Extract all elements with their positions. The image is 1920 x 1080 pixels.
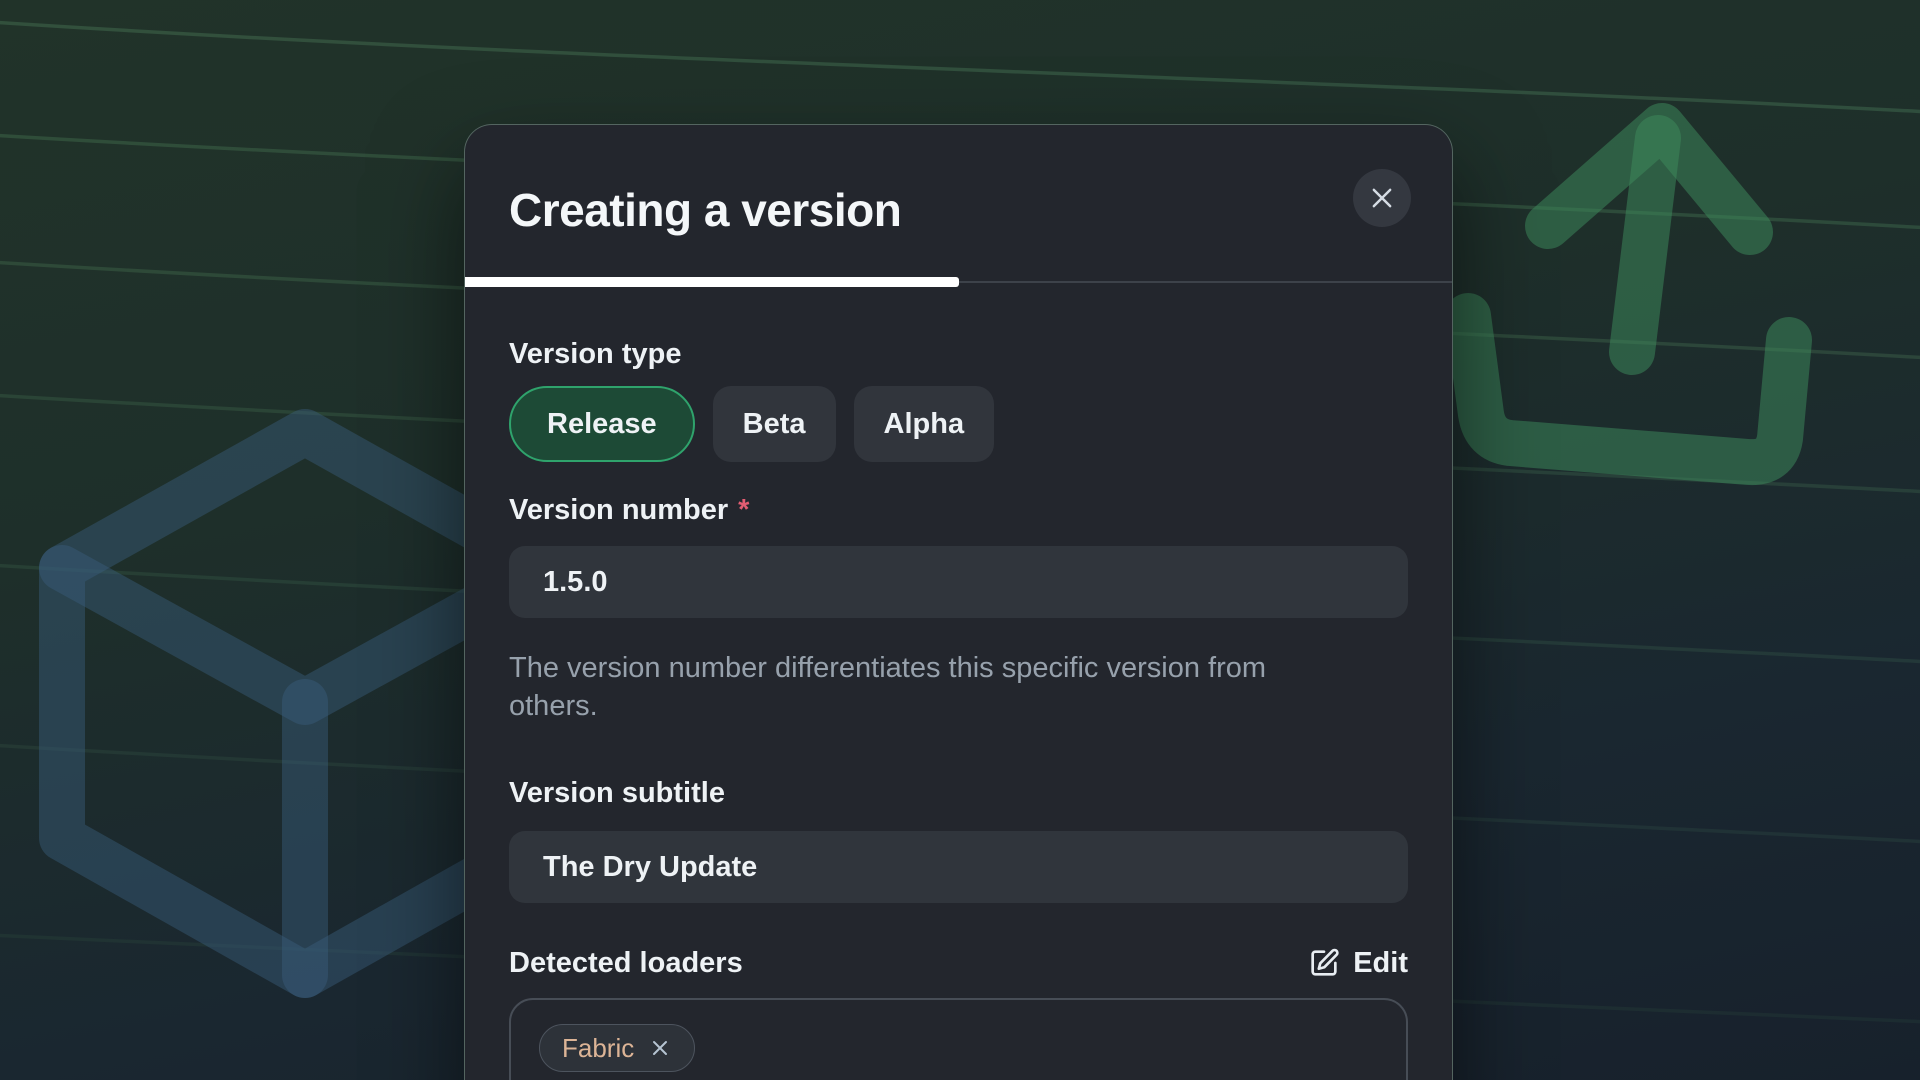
detected-loaders-label: Detected loaders (509, 946, 743, 980)
progress-bar (465, 277, 1452, 287)
version-number-input[interactable] (509, 546, 1408, 618)
edit-loaders-button[interactable]: Edit (1308, 947, 1408, 980)
edit-pencil-icon (1308, 947, 1340, 979)
edit-label: Edit (1353, 947, 1408, 980)
create-version-modal: Creating a version Version type Release … (464, 124, 1453, 1080)
version-type-options: Release Beta Alpha (509, 386, 1408, 462)
detected-loaders-box: Fabric (509, 998, 1408, 1080)
version-number-label: Version number * (509, 493, 1408, 527)
loader-chip-label: Fabric (562, 1033, 634, 1064)
version-type-label: Version type (509, 337, 1408, 371)
version-type-option-beta[interactable]: Beta (713, 386, 836, 462)
version-type-option-alpha[interactable]: Alpha (854, 386, 995, 462)
required-asterisk: * (738, 493, 749, 527)
x-icon (648, 1036, 672, 1060)
version-type-option-release[interactable]: Release (509, 386, 695, 462)
detected-loaders-row: Detected loaders Edit (509, 946, 1408, 980)
version-number-help: The version number differentiates this s… (509, 649, 1359, 725)
screen: Creating a version Version type Release … (0, 0, 1920, 1080)
modal-body: Version type Release Beta Alpha Version … (465, 337, 1452, 1080)
version-subtitle-input[interactable] (509, 831, 1408, 903)
modal-title: Creating a version (509, 187, 901, 277)
version-subtitle-label: Version subtitle (509, 776, 1408, 810)
loader-chip-remove-button[interactable] (648, 1036, 672, 1060)
loader-chip-fabric: Fabric (539, 1024, 695, 1072)
upload-arrow-decoration (1468, 126, 1789, 462)
progress-bar-fill (465, 277, 959, 287)
version-number-label-text: Version number (509, 493, 728, 527)
modal-header: Creating a version (465, 125, 1452, 277)
close-icon (1368, 184, 1396, 212)
close-button[interactable] (1353, 169, 1411, 227)
